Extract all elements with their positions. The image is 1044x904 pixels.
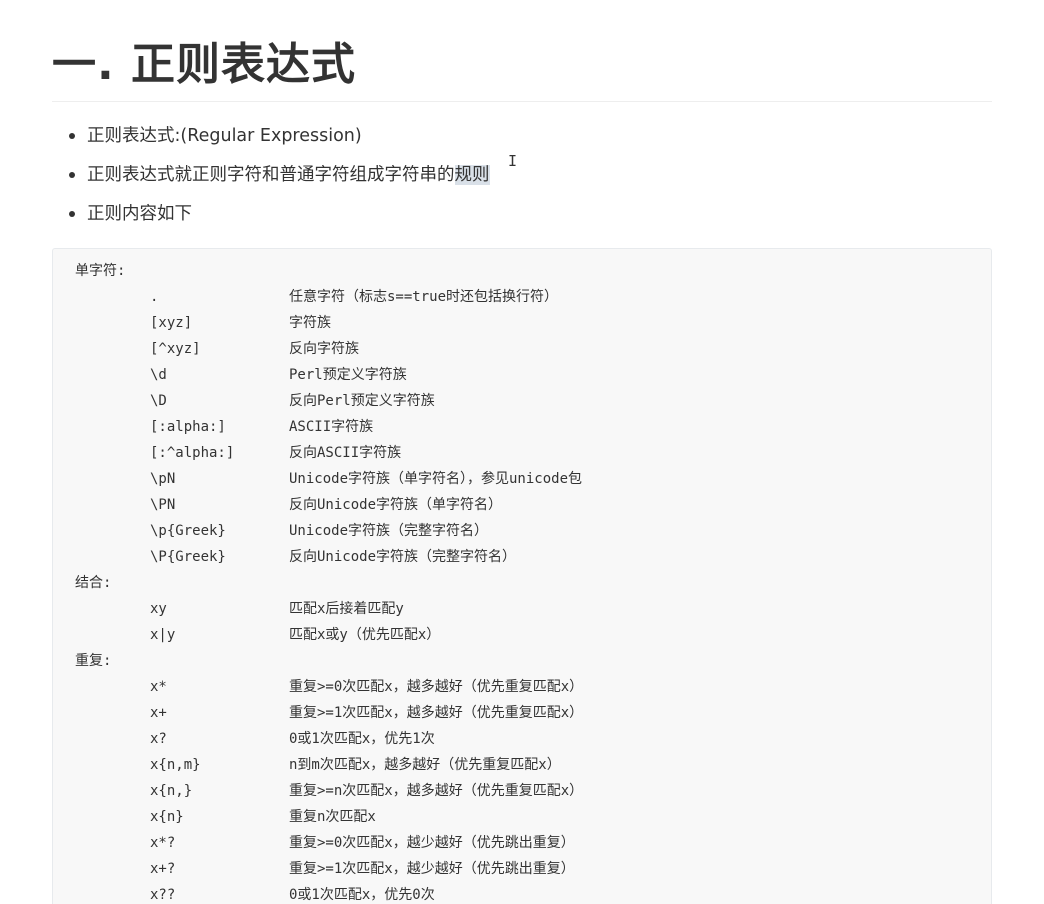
code-description: Unicode字符族（完整字符名） [289,523,489,539]
code-section-heading: 重复: [75,653,112,669]
code-symbol: x* [150,679,167,695]
code-description: Perl预定义字符族 [289,367,407,383]
code-description: 重复>=0次匹配x，越少越好（优先跳出重复） [289,835,575,851]
code-row: [xyz] 字符族 [75,310,331,336]
code-symbol: [xyz] [150,315,193,331]
code-row: x?? 0或1次匹配x，优先0次 [75,882,435,904]
code-row: x*? 重复>=0次匹配x，越少越好（优先跳出重复） [75,830,575,856]
bullet-item: 正则表达式:(Regular Expression) [52,118,490,157]
text-cursor-icon: I [508,152,518,170]
code-description: 重复>=0次匹配x，越多越好（优先重复匹配x） [289,679,584,695]
page-title: 一. 正则表达式 [52,39,357,90]
code-description: 重复>=n次匹配x，越多越好（优先重复匹配x） [289,783,584,799]
title-divider [52,101,992,102]
code-row: \P{Greek} 反向Unicode字符族（完整字符名） [75,544,516,570]
code-description: 重复>=1次匹配x，越多越好（优先重复匹配x） [289,705,584,721]
code-row: \pN Unicode字符族（单字符名），参见unicode包 [75,466,582,492]
code-row: x{n} 重复n次匹配x [75,804,376,830]
code-row: \D 反向Perl预定义字符族 [75,388,435,414]
code-symbol: x|y [150,627,176,643]
bullet-dot-icon [69,172,75,178]
code-symbol: [:alpha:] [150,419,226,435]
code-symbol: [:^alpha:] [150,445,235,461]
code-symbol: x{n,} [150,783,193,799]
code-description: 反向字符族 [289,341,359,357]
code-row: \p{Greek} Unicode字符族（完整字符名） [75,518,488,544]
code-row: . 任意字符（标志s==true时还包括换行符） [75,284,558,310]
code-symbol: \pN [150,471,176,487]
code-row: \d Perl预定义字符族 [75,362,407,388]
code-description: 匹配x或y（优先匹配x） [289,627,441,643]
code-description: n到m次匹配x，越多越好（优先重复匹配x） [289,757,561,773]
code-row: x{n,m} n到m次匹配x，越多越好（优先重复匹配x） [75,752,561,778]
code-row: x? 0或1次匹配x，优先1次 [75,726,435,752]
code-description: 字符族 [289,315,331,331]
code-row: x|y 匹配x或y（优先匹配x） [75,622,440,648]
code-symbol: x{n,m} [150,757,201,773]
code-symbol: x+? [150,861,176,877]
code-symbol: \p{Greek} [150,523,226,539]
code-row: x+? 重复>=1次匹配x，越少越好（优先跳出重复） [75,856,575,882]
bullet-text: 正则内容如下 [87,204,192,224]
bullet-list: 正则表达式:(Regular Expression) 正则表达式就正则字符和普通… [52,118,490,235]
code-description: 0或1次匹配x，优先0次 [289,887,435,903]
code-row: [:^alpha:] 反向ASCII字符族 [75,440,401,466]
bullet-text: 正则表达式:(Regular Expression) [87,126,362,146]
code-section-heading: 单字符: [75,263,126,279]
code-description: 反向Unicode字符族（完整字符名） [289,549,517,565]
code-section-heading: 结合: [75,575,112,591]
code-row: x* 重复>=0次匹配x，越多越好（优先重复匹配x） [75,674,583,700]
code-content: 单字符: . 任意字符（标志s==true时还包括换行符） [xyz] 字符族 [^xy… [75,258,583,904]
code-symbol: x? [150,731,167,747]
bullet-dot-icon [69,211,75,217]
code-symbol: x*? [150,835,176,851]
bullet-item: 正则表达式就正则字符和普通字符组成字符串的规则 [52,157,490,196]
code-description: 反向Unicode字符族（单字符名） [289,497,503,513]
code-symbol: x?? [150,887,176,903]
code-symbol: x{n} [150,809,184,825]
code-section-rows: x* 重复>=0次匹配x，越多越好（优先重复匹配x） x+ 重复>=1次匹配x，越多越… [75,674,583,904]
code-description: 反向Perl预定义字符族 [289,393,435,409]
code-description: 重复>=1次匹配x，越少越好（优先跳出重复） [289,861,575,877]
code-description: 重复n次匹配x [289,809,376,825]
code-symbol: \d [150,367,167,383]
code-row: [:alpha:] ASCII字符族 [75,414,373,440]
code-symbol: [^xyz] [150,341,201,357]
code-symbol: \P{Greek} [150,549,226,565]
code-row: xy 匹配x后接着匹配y [75,596,404,622]
code-symbol: x+ [150,705,167,721]
code-row: [^xyz] 反向字符族 [75,336,359,362]
code-description: Unicode字符族（单字符名），参见unicode包 [289,471,583,487]
code-symbol: . [150,289,159,305]
bullet-text: 正则表达式就正则字符和普通字符组成字符串的 [87,165,455,185]
code-symbol: \PN [150,497,176,513]
code-description: 匹配x后接着匹配y [289,601,404,617]
code-symbol: \D [150,393,167,409]
code-row: \PN 反向Unicode字符族（单字符名） [75,492,502,518]
selected-text[interactable]: 规则 [454,165,490,185]
code-section-rows: xy 匹配x后接着匹配y x|y 匹配x或y（优先匹配x） [75,596,440,648]
code-section-rows: . 任意字符（标志s==true时还包括换行符） [xyz] 字符族 [^xyz] 反向字… [75,284,582,570]
code-description: 任意字符（标志s==true时还包括换行符） [289,289,559,305]
code-row: x{n,} 重复>=n次匹配x，越多越好（优先重复匹配x） [75,778,583,804]
bullet-item: 正则内容如下 [52,196,490,235]
code-symbol: xy [150,601,167,617]
code-description: 反向ASCII字符族 [289,445,402,461]
code-description: ASCII字符族 [289,419,374,435]
bullet-dot-icon [69,133,75,139]
code-row: x+ 重复>=1次匹配x，越多越好（优先重复匹配x） [75,700,583,726]
code-block[interactable]: 单字符: . 任意字符（标志s==true时还包括换行符） [xyz] 字符族 [^xy… [52,248,992,904]
code-description: 0或1次匹配x，优先1次 [289,731,435,747]
